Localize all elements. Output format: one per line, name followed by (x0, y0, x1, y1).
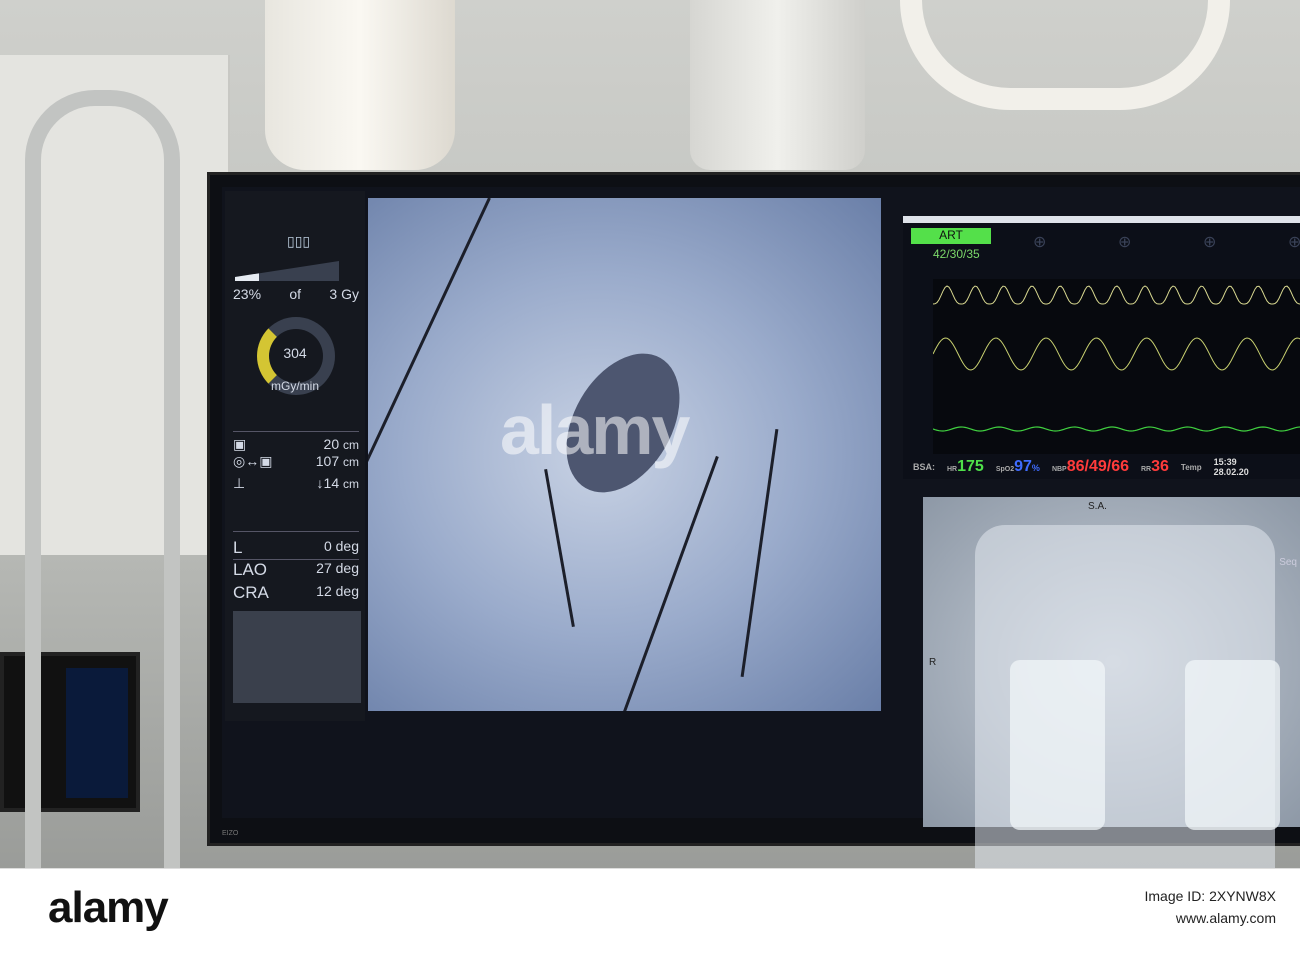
distance-unit: cm (343, 438, 359, 452)
angle-value: 12 (316, 583, 332, 599)
angio-label-sa: S.A. (1088, 501, 1107, 512)
waveform-area (932, 279, 1300, 454)
heart-rate-value: 175 (957, 458, 984, 475)
dose-panel: ▯▯▯ 23% of 3 Gy 304 mGy/min ▣ 20 cm ◎↔▣ 107 … (225, 191, 365, 721)
spo2-value: 97 (1014, 458, 1032, 475)
nbp-value: 86/49/66 (1066, 458, 1129, 475)
collimator-icon: ▯▯▯ (287, 233, 311, 249)
nbp-label: NBP (1051, 466, 1067, 473)
iv-bottle (1010, 660, 1105, 830)
distance-unit: cm (343, 477, 359, 491)
angle-unit: deg (335, 538, 359, 554)
spo2-unit: % (1031, 463, 1040, 473)
angle-label: CRA (233, 583, 269, 602)
vitals-bar: BSA: HR175 SpO297% NBP86/49/66 RR36 Temp… (903, 455, 1300, 479)
bsa-label: BSA: (913, 462, 935, 472)
hr-label: HR (947, 466, 958, 473)
distance-value: 20 (323, 436, 340, 452)
angle-label: LAO (233, 560, 268, 579)
resp-rate-value: 36 (1151, 458, 1169, 475)
drape (265, 0, 455, 170)
angio-label-seq: Seq (1279, 557, 1297, 568)
add-channel-icon[interactable]: ⊕ (1118, 232, 1131, 252)
watermark: alamy (500, 391, 690, 469)
angle-unit: deg (335, 560, 359, 576)
angle-label: L (233, 538, 243, 557)
angio-label-r: R (929, 657, 937, 668)
hemodynamic-monitor: ART 42/30/35 ⊕ ⊕ ⊕ ⊕ BSA: HR175 SpO297% (903, 216, 1300, 479)
handrail (25, 90, 180, 868)
temp-label: Temp (1180, 462, 1202, 472)
dose-rate-unit: mGy/min (271, 379, 319, 393)
distance-value: 107 (315, 453, 340, 469)
drape (900, 0, 1230, 110)
clock-time: 15:39 (1213, 457, 1237, 467)
rr-label: RR (1141, 466, 1152, 473)
monitor-brand: EIZO (222, 830, 239, 837)
alamy-logo: alamy (48, 883, 169, 932)
detector-icon: ▣ (233, 436, 247, 452)
waveform-trace (932, 426, 1300, 432)
stock-footer: alamy Image ID: 2XYNW8X www.alamy.com (0, 868, 1300, 957)
source-detector-icon: ◎↔▣ (233, 453, 273, 469)
distance-unit: cm (343, 455, 359, 469)
waveforms (932, 285, 1300, 432)
iv-bottle (1185, 660, 1280, 830)
dose-percent: 23% (233, 286, 262, 302)
waveform-trace (932, 285, 1300, 305)
waveform-trace (932, 337, 1300, 371)
photo-scene: ▯▯▯ 23% of 3 Gy 304 mGy/min ▣ 20 cm ◎↔▣ 107 … (0, 0, 1300, 868)
distance-value: ↓14 (316, 475, 340, 491)
dose-rate-value: 304 (283, 345, 307, 361)
angle-value: 27 (316, 560, 332, 576)
art-pressure-value: 42/30/35 (933, 247, 980, 261)
spo2-label: SpO2 (995, 466, 1015, 473)
c-arm-position-icon (233, 611, 361, 703)
site-url: www.alamy.com (1175, 910, 1276, 926)
clock-date: 28.02.20 (1213, 467, 1249, 477)
xray-c-arm (690, 0, 865, 170)
image-id: Image ID: 2XYNW8X (1144, 888, 1277, 904)
art-channel-button[interactable]: ART (911, 228, 991, 244)
add-channel-icon[interactable]: ⊕ (1288, 232, 1300, 252)
add-channel-icon[interactable]: ⊕ (1203, 232, 1216, 252)
angle-unit: deg (335, 583, 359, 599)
dose-total: 3 Gy (329, 286, 359, 302)
dose-bar (235, 261, 339, 281)
add-channel-icon[interactable]: ⊕ (1033, 232, 1046, 252)
table-height-icon: ⊥ (233, 475, 246, 491)
menu-bar (903, 216, 1300, 223)
angle-value: 0 (323, 538, 332, 554)
dose-of: of (289, 286, 302, 302)
